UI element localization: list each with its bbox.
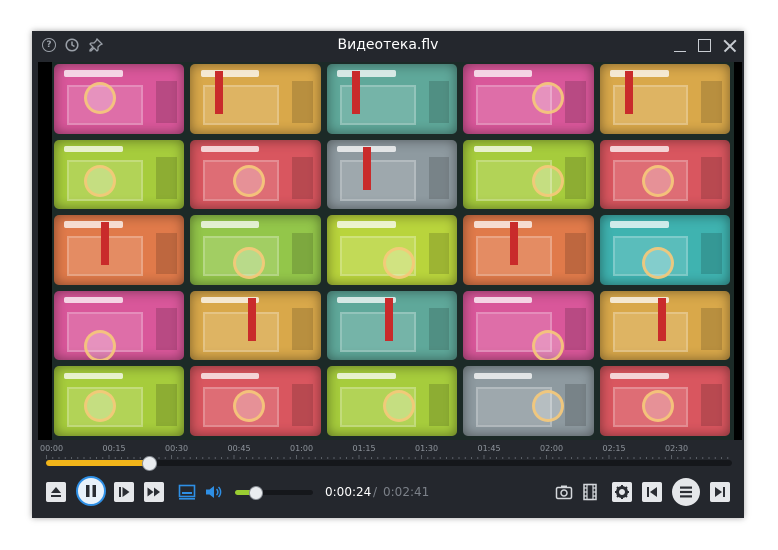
video-tile (54, 64, 185, 134)
video-tile (54, 366, 185, 436)
seek-bar[interactable] (46, 456, 732, 471)
video-tile (599, 290, 730, 361)
eject-icon (51, 487, 61, 497)
video-tile (463, 215, 594, 285)
film-button[interactable] (580, 482, 600, 502)
window-title: Видеотека.flv (337, 37, 439, 53)
video-tile (190, 139, 321, 210)
timeline-label: 00:15 (102, 444, 126, 453)
video-tile (54, 215, 185, 285)
pause-icon (86, 485, 96, 497)
seek-handle[interactable] (141, 456, 157, 471)
fast-forward-button[interactable] (144, 482, 164, 502)
film-icon (583, 483, 597, 501)
previous-button[interactable] (642, 482, 662, 502)
fast-forward-icon (147, 487, 160, 497)
volume-icon (206, 486, 222, 498)
screenshot-icon (555, 485, 573, 500)
player-window: ? Видеотека.flv 00:00 00:15 00:30 00:45 01:0… (32, 31, 744, 518)
video-tile (599, 366, 730, 436)
playlist-menu-icon (680, 486, 692, 498)
video-tile (463, 64, 594, 134)
screenshot-button[interactable] (554, 482, 574, 502)
video-content (52, 62, 734, 440)
video-tile (326, 215, 458, 285)
next-button[interactable] (710, 482, 730, 502)
video-tile (463, 366, 594, 436)
next-icon (715, 487, 725, 497)
playlist-menu-button[interactable] (672, 478, 700, 506)
video-tile (463, 139, 594, 210)
settings-button[interactable] (612, 482, 632, 502)
video-tile (326, 64, 458, 134)
total-duration: 0:02:41 (383, 485, 430, 499)
timeline-label: 00:30 (165, 444, 189, 453)
timeline-label: 02:00 (540, 444, 564, 453)
minimize-button[interactable] (673, 39, 687, 53)
timeline-label: 01:30 (415, 444, 439, 453)
timeline-label: 00:45 (227, 444, 251, 453)
video-tile (54, 290, 185, 361)
timeline-label: 00:00 (40, 444, 64, 453)
previous-icon (647, 487, 657, 497)
close-button[interactable] (723, 39, 737, 53)
volume-slider[interactable] (235, 486, 313, 500)
timeline-label: 01:45 (477, 444, 501, 453)
video-tile (599, 215, 730, 285)
seek-progress (46, 460, 149, 466)
video-tile (599, 64, 730, 134)
step-forward-button[interactable] (114, 482, 134, 502)
video-tile (599, 139, 730, 210)
eject-button[interactable] (46, 482, 66, 502)
subtitles-icon (178, 484, 196, 500)
timeline-label: 02:15 (602, 444, 626, 453)
title-bar: ? Видеотека.flv (32, 31, 744, 62)
video-tile (463, 290, 594, 361)
timeline-label: 02:30 (665, 444, 689, 453)
subtitles-button[interactable] (177, 482, 197, 502)
video-tile (54, 139, 185, 210)
video-tile (326, 290, 458, 361)
timeline-label: 01:15 (352, 444, 376, 453)
maximize-button[interactable] (698, 39, 711, 52)
video-tile (190, 215, 321, 285)
timeline-label: 01:00 (290, 444, 314, 453)
video-tile (326, 366, 458, 436)
volume-handle[interactable] (249, 486, 264, 500)
time-separator: / (373, 485, 378, 499)
video-tile (326, 139, 458, 210)
pause-button[interactable] (76, 476, 106, 506)
video-tile (190, 64, 321, 134)
volume-button[interactable] (204, 482, 224, 502)
current-time: 0:00:24 (325, 485, 372, 499)
video-tile (190, 290, 321, 361)
video-frame[interactable] (38, 62, 742, 440)
video-tile (190, 366, 321, 436)
settings-icon (615, 485, 629, 499)
step-forward-icon (119, 487, 130, 497)
